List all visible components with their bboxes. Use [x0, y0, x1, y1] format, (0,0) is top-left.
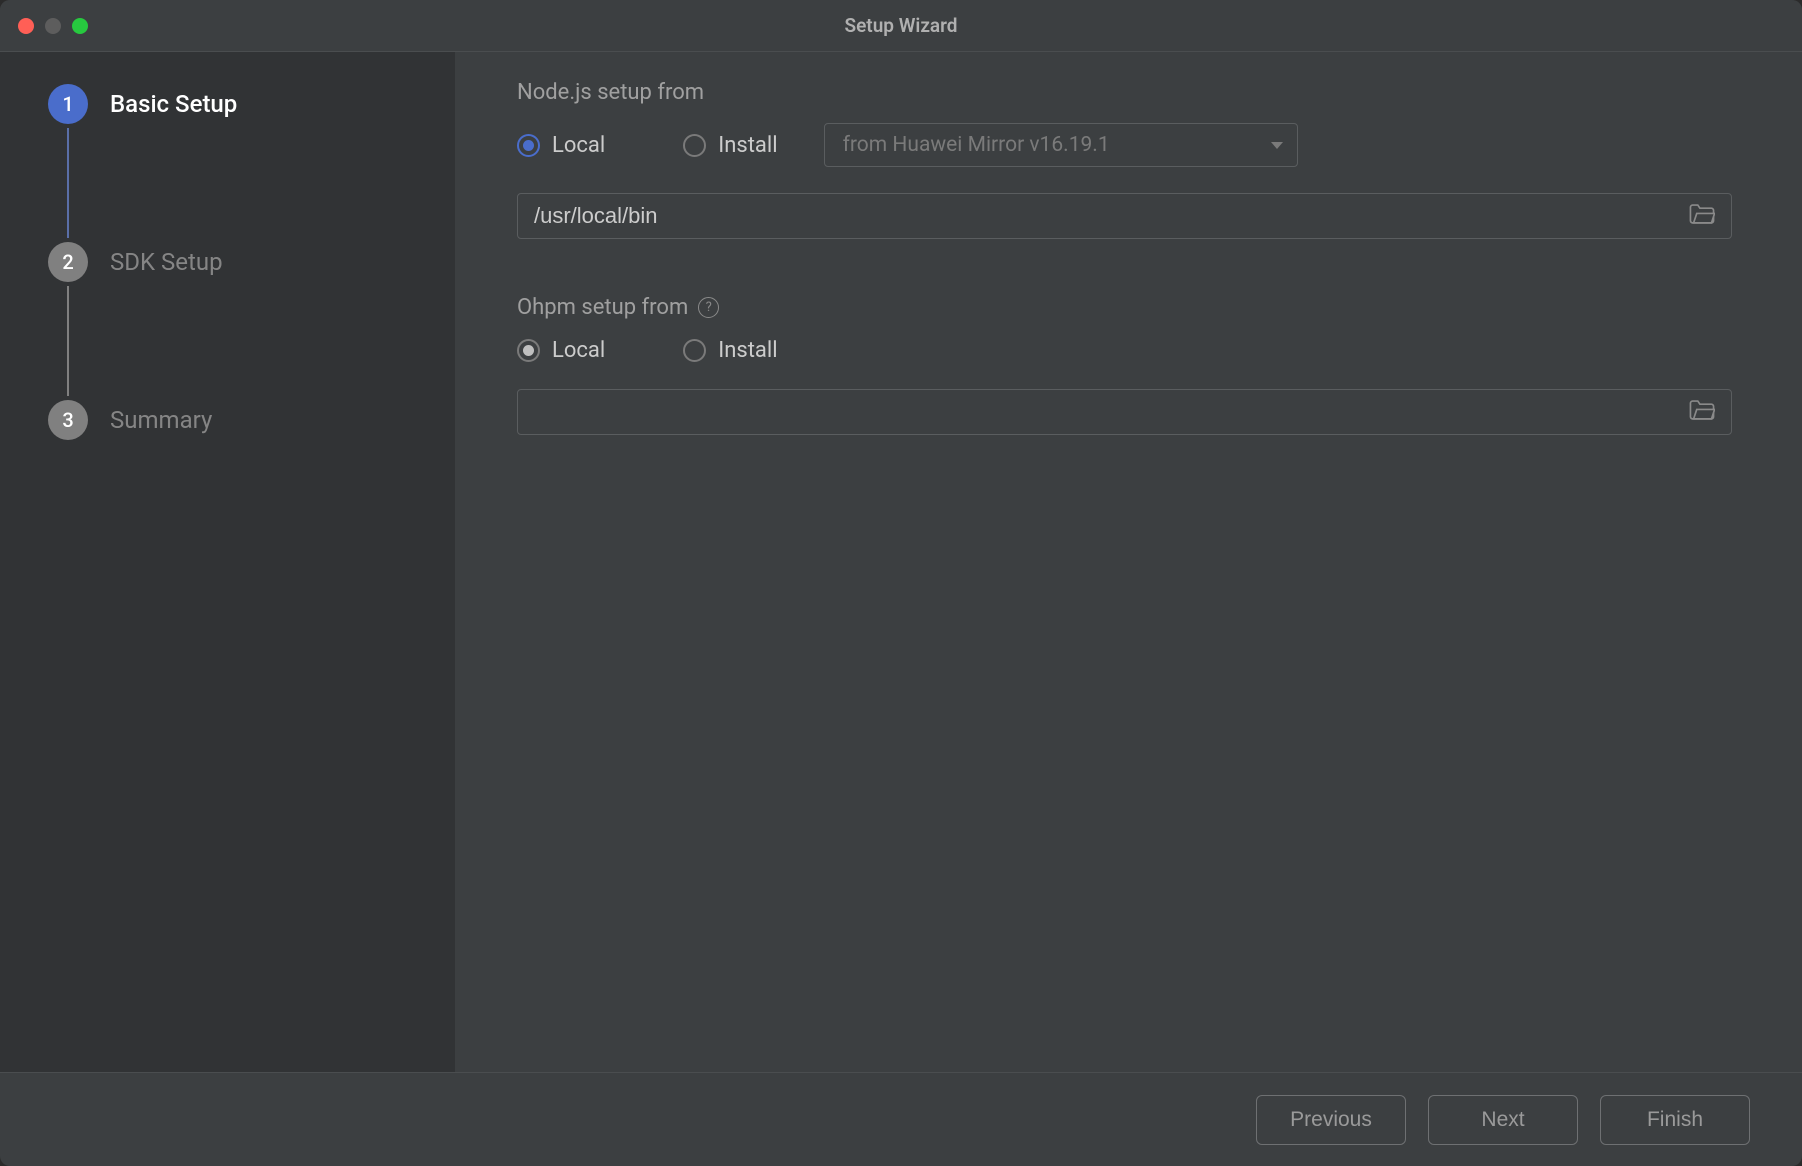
main-panel: Node.js setup from Local Install from Hu…	[455, 52, 1802, 1072]
radio-icon	[683, 339, 706, 362]
step-label: Summary	[110, 406, 212, 434]
step-number-circle: 2	[48, 242, 88, 282]
wizard-body: 1 Basic Setup 2 SDK Setup 3 Summary Node…	[0, 52, 1802, 1072]
sidebar-step-basic-setup[interactable]: 1 Basic Setup	[0, 80, 455, 128]
radio-label: Local	[552, 338, 605, 363]
step-connector	[67, 286, 455, 396]
nodejs-section-title: Node.js setup from	[517, 80, 1740, 105]
wizard-window: Setup Wizard 1 Basic Setup 2 SDK Setup 3…	[0, 0, 1802, 1166]
sidebar: 1 Basic Setup 2 SDK Setup 3 Summary	[0, 52, 455, 1072]
radio-label: Local	[552, 133, 605, 158]
nodejs-install-source-select[interactable]: from Huawei Mirror v16.19.1	[824, 123, 1298, 167]
step-label: Basic Setup	[110, 90, 237, 118]
select-value: from Huawei Mirror v16.19.1	[843, 133, 1110, 157]
nodejs-radio-local[interactable]: Local	[517, 133, 605, 158]
ohpm-path-field-row	[517, 389, 1732, 435]
help-icon[interactable]: ?	[698, 297, 719, 318]
zoom-icon[interactable]	[72, 18, 88, 34]
folder-open-icon[interactable]	[1689, 400, 1715, 425]
step-label: SDK Setup	[110, 248, 223, 276]
ohpm-path-input[interactable]	[534, 399, 1689, 425]
footer: Previous Next Finish	[0, 1072, 1802, 1166]
nodejs-title-text: Node.js setup from	[517, 80, 704, 105]
titlebar: Setup Wizard	[0, 0, 1802, 52]
sidebar-step-sdk-setup[interactable]: 2 SDK Setup	[0, 238, 455, 286]
radio-label: Install	[718, 338, 777, 363]
step-number-circle: 3	[48, 400, 88, 440]
nodejs-path-field-row	[517, 193, 1732, 239]
step-number-circle: 1	[48, 84, 88, 124]
traffic-lights	[18, 18, 88, 34]
radio-icon	[517, 339, 540, 362]
ohpm-radio-install[interactable]: Install	[683, 338, 777, 363]
radio-label: Install	[718, 133, 777, 158]
ohpm-title-text: Ohpm setup from	[517, 295, 688, 320]
chevron-down-icon	[1271, 142, 1283, 149]
ohpm-radio-local[interactable]: Local	[517, 338, 605, 363]
nodejs-path-input[interactable]	[534, 203, 1689, 229]
next-button[interactable]: Next	[1428, 1095, 1578, 1145]
folder-open-icon[interactable]	[1689, 204, 1715, 229]
ohpm-radio-row: Local Install	[517, 338, 1740, 363]
radio-icon	[683, 134, 706, 157]
nodejs-radio-install[interactable]: Install	[683, 133, 777, 158]
radio-icon	[517, 134, 540, 157]
nodejs-radio-row: Local Install from Huawei Mirror v16.19.…	[517, 123, 1740, 167]
sidebar-step-summary[interactable]: 3 Summary	[0, 396, 455, 444]
ohpm-section-title: Ohpm setup from ?	[517, 295, 1740, 320]
step-connector	[67, 128, 455, 238]
window-title: Setup Wizard	[0, 14, 1802, 37]
minimize-icon[interactable]	[45, 18, 61, 34]
finish-button[interactable]: Finish	[1600, 1095, 1750, 1145]
previous-button[interactable]: Previous	[1256, 1095, 1406, 1145]
close-icon[interactable]	[18, 18, 34, 34]
